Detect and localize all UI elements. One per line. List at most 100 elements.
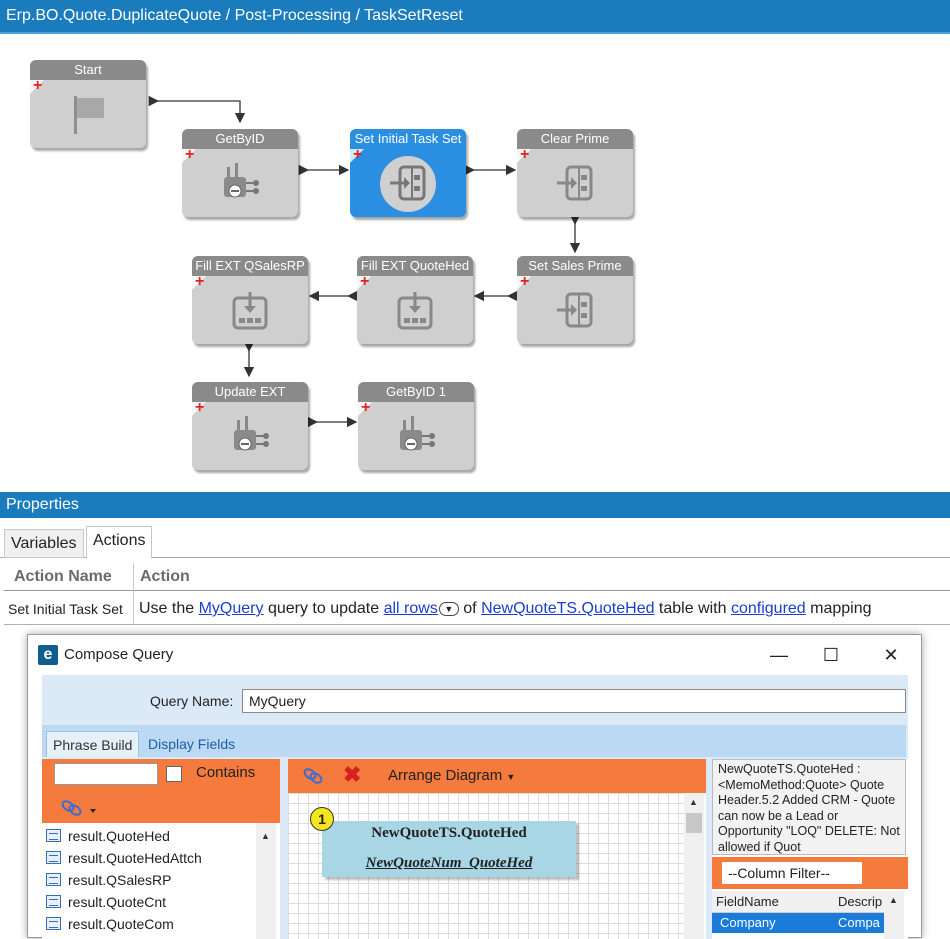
- contains-label: Contains: [196, 764, 256, 781]
- column-fieldname[interactable]: FieldName: [712, 891, 779, 913]
- tree-item[interactable]: result.QuoteHedAttch: [46, 847, 202, 869]
- link-icon[interactable]: [60, 797, 100, 817]
- properties-header: Properties: [0, 492, 950, 518]
- tab-variables[interactable]: Variables: [4, 529, 84, 558]
- table-box-title: NewQuoteTS.QuoteHed: [371, 825, 527, 841]
- column-action-name[interactable]: Action Name: [8, 563, 112, 591]
- action-text: of: [458, 600, 482, 617]
- actions-grid-row[interactable]: Set Initial Task Set Use the MyQuery que…: [4, 593, 950, 625]
- dialog-body: Query Name: MyQuery Phrase Build Display…: [42, 675, 908, 939]
- chevron-down-icon[interactable]: ▼: [438, 601, 459, 616]
- scroll-up-icon[interactable]: ▲: [261, 831, 270, 841]
- minimize-button[interactable]: —: [756, 641, 802, 669]
- diagram-pane: ✖ Arrange Diagram ▼ ▲ NewQuoteTS.QuoteHe…: [288, 759, 706, 939]
- tree-item-label: result.QuoteCom: [68, 916, 174, 932]
- set-field-icon: [557, 292, 593, 328]
- action-text: Use the: [139, 600, 199, 617]
- tree-item[interactable]: result.QuoteCom: [46, 913, 174, 935]
- node-fill-ext-quotehed[interactable]: Fill EXT QuoteHed +: [357, 256, 473, 344]
- column-description[interactable]: Descrip: [834, 891, 882, 913]
- tree-item-label: result.QuoteHedAttch: [68, 850, 202, 866]
- tree-item-label: result.QSalesRP: [68, 872, 172, 888]
- field-row[interactable]: Company Compa: [712, 913, 884, 933]
- tree-scrollbar[interactable]: ▲: [256, 823, 276, 939]
- column-action[interactable]: Action: [134, 563, 190, 591]
- rows-link[interactable]: all rows: [384, 600, 438, 617]
- dialog-title: Compose Query: [64, 646, 174, 663]
- add-icon[interactable]: +: [360, 274, 369, 290]
- action-text: mapping: [805, 600, 872, 617]
- delete-icon[interactable]: ✖: [343, 762, 361, 788]
- node-label: Start: [30, 60, 146, 80]
- action-text: table with: [654, 600, 731, 617]
- table-icon: [46, 895, 61, 908]
- dialog-titlebar[interactable]: e Compose Query — ☐ ✕: [28, 635, 921, 675]
- workflow-canvas[interactable]: Start + GetByID + Set Initial Task Set +: [0, 34, 950, 486]
- tree-item-label: result.QuoteCnt: [68, 894, 167, 910]
- field-grid-header: FieldName Descrip: [712, 891, 884, 913]
- configured-link[interactable]: configured: [731, 600, 806, 617]
- table-number-badge: 1: [310, 807, 334, 831]
- add-icon[interactable]: +: [520, 147, 529, 163]
- tab-display-fields[interactable]: Display Fields: [142, 731, 241, 757]
- add-icon[interactable]: +: [353, 147, 362, 163]
- add-icon[interactable]: +: [195, 274, 204, 290]
- field-name-cell: Company: [720, 915, 776, 930]
- arrange-diagram-button[interactable]: Arrange Diagram ▼: [388, 767, 515, 784]
- table-description: NewQuoteTS.QuoteHed : <MemoMethod:Quote>…: [712, 759, 906, 855]
- table-tree: result.QuoteHed result.QuoteHedAttch res…: [42, 823, 278, 939]
- table-search-input[interactable]: [54, 763, 158, 785]
- node-label: Clear Prime: [517, 129, 633, 149]
- table-icon: [46, 851, 61, 864]
- action-text: query to update: [263, 600, 384, 617]
- set-field-icon: [390, 165, 426, 201]
- node-fill-ext-qsalesrp[interactable]: Fill EXT QSalesRP +: [192, 256, 308, 344]
- node-getbyid[interactable]: GetByID +: [182, 129, 298, 217]
- tree-item[interactable]: result.QuoteHed: [46, 825, 170, 847]
- node-label: Update EXT: [192, 382, 308, 402]
- scroll-up-icon[interactable]: ▲: [889, 895, 898, 905]
- add-icon[interactable]: +: [185, 147, 194, 163]
- method-call-icon: [224, 163, 259, 198]
- scroll-up-icon[interactable]: ▲: [689, 797, 698, 807]
- column-filter-input[interactable]: --Column Filter--: [722, 862, 862, 884]
- add-icon[interactable]: +: [195, 400, 204, 416]
- method-call-icon: [400, 416, 435, 451]
- table-list-pane: Contains result.QuoteHed result.QuoteHed…: [42, 759, 280, 939]
- close-button[interactable]: ✕: [868, 641, 914, 669]
- tab-phrase-build[interactable]: Phrase Build: [46, 731, 140, 757]
- add-icon[interactable]: +: [520, 274, 529, 290]
- chevron-down-icon: ▼: [506, 772, 516, 782]
- query-table-box[interactable]: NewQuoteTS.QuoteHed NewQuoteNum_QuoteHed: [322, 821, 576, 877]
- field-pane: NewQuoteTS.QuoteHed : <MemoMethod:Quote>…: [712, 759, 908, 939]
- maximize-button[interactable]: ☐: [808, 641, 854, 669]
- flag-icon: [74, 96, 104, 134]
- node-update-ext[interactable]: Update EXT +: [192, 382, 308, 470]
- node-clear-prime[interactable]: Clear Prime +: [517, 129, 633, 217]
- scroll-thumb[interactable]: [686, 813, 702, 833]
- set-field-icon: [557, 165, 593, 201]
- node-getbyid-1[interactable]: GetByID 1 +: [358, 382, 474, 470]
- contains-checkbox[interactable]: [166, 766, 182, 782]
- diagram-scrollbar[interactable]: ▲: [684, 793, 704, 939]
- field-grid-scrollbar[interactable]: ▲: [884, 891, 904, 939]
- add-icon[interactable]: +: [361, 400, 370, 416]
- tree-item[interactable]: result.QSalesRP: [46, 869, 171, 891]
- tree-item-label: result.QuoteHed: [68, 828, 170, 844]
- fill-table-icon: [232, 292, 268, 330]
- node-set-sales-prime[interactable]: Set Sales Prime +: [517, 256, 633, 344]
- tree-item[interactable]: result.QuoteCnt: [46, 891, 166, 913]
- tab-actions[interactable]: Actions: [86, 526, 153, 559]
- query-link[interactable]: MyQuery: [199, 600, 264, 617]
- node-label: Fill EXT QuoteHed: [357, 256, 473, 276]
- app-logo-icon: e: [38, 645, 58, 665]
- table-link[interactable]: NewQuoteTS.QuoteHed: [481, 600, 654, 617]
- node-set-initial-task-set[interactable]: Set Initial Task Set +: [350, 129, 466, 217]
- link-icon[interactable]: [302, 766, 324, 786]
- add-icon[interactable]: +: [33, 78, 42, 94]
- node-start[interactable]: Start +: [30, 60, 146, 148]
- actions-grid-header: Action Name Action: [4, 563, 950, 591]
- arrange-diagram-label: Arrange Diagram: [388, 767, 503, 784]
- search-row: Contains: [42, 759, 280, 789]
- query-name-input[interactable]: MyQuery: [242, 689, 906, 713]
